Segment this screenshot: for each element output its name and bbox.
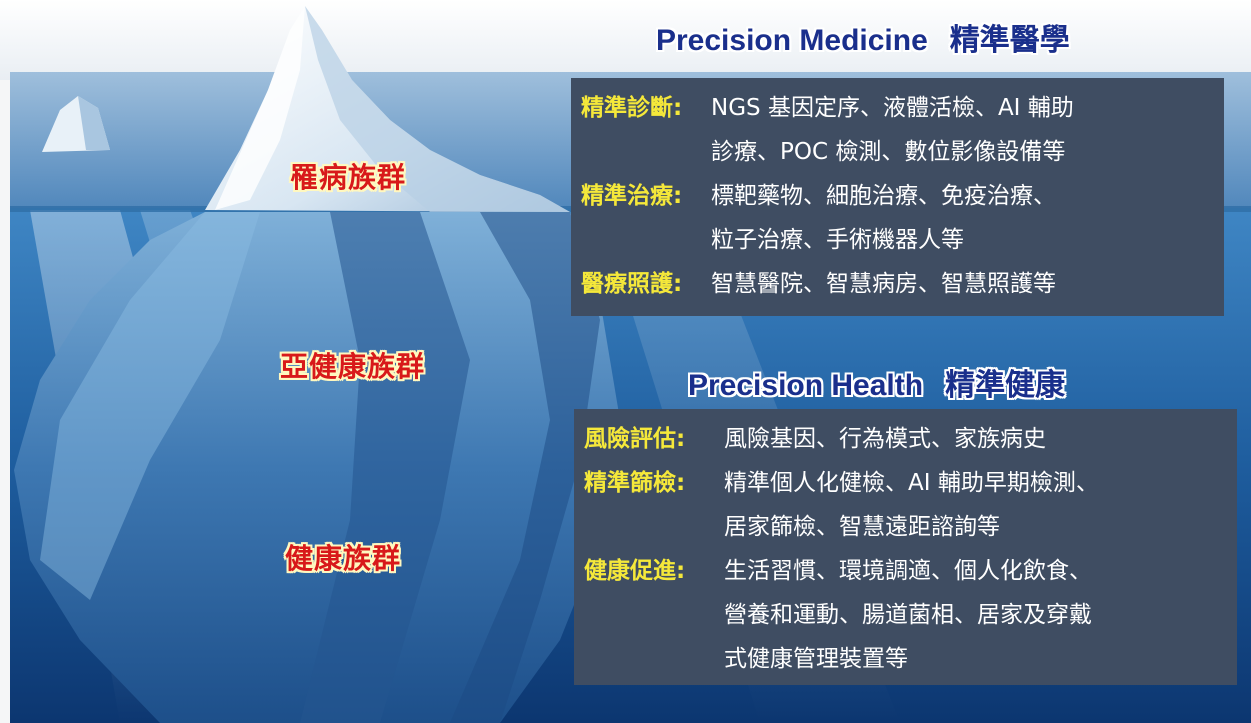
row-line: 生活習慣、環境調適、個人化飲食、 <box>724 558 1092 584</box>
health-row-screening: 精準篩檢: 精準個人化健檢、AI 輔助早期檢測、 居家篩檢、智慧遠距諮詢等 <box>584 461 1227 549</box>
row-line: NGS 基因定序、液體活檢、AI 輔助 <box>711 95 1074 121</box>
health-row-risk: 風險評估: 風險基因、行為模式、家族病史 <box>584 417 1227 461</box>
group-label-healthy: 健康族群 <box>285 542 402 575</box>
row-items: 標靶藥物、細胞治療、免疫治療、 粒子治療、手術機器人等 <box>711 174 1056 262</box>
row-label: 醫療照護: <box>581 271 683 297</box>
row-line: 式健康管理裝置等 <box>724 646 908 672</box>
row-line: 營養和運動、腸道菌相、居家及穿戴 <box>724 602 1092 628</box>
row-line: 居家篩檢、智慧遠距諮詢等 <box>724 514 1000 540</box>
health-row-promotion: 健康促進: 生活習慣、環境調適、個人化飲食、 營養和運動、腸道菌相、居家及穿戴 … <box>584 549 1227 681</box>
row-items: 智慧醫院、智慧病房、智慧照護等 <box>711 262 1056 306</box>
row-label: 健康促進: <box>584 558 686 584</box>
precision-medicine-title-en: Precision Medicine <box>656 24 928 57</box>
precision-medicine-title-zh: 精準醫學 <box>949 23 1070 58</box>
precision-health-title-en: Precision Health <box>688 369 924 402</box>
medicine-row-diagnosis: 精準診斷: NGS 基因定序、液體活檢、AI 輔助 診療、POC 檢測、數位影像… <box>581 86 1214 174</box>
row-line: 智慧醫院、智慧病房、智慧照護等 <box>711 271 1056 297</box>
row-items: 精準個人化健檢、AI 輔助早期檢測、 居家篩檢、智慧遠距諮詢等 <box>724 461 1099 549</box>
row-line: 診療、POC 檢測、數位影像設備等 <box>711 139 1066 165</box>
row-line: 標靶藥物、細胞治療、免疫治療、 <box>711 183 1056 209</box>
medicine-row-care: 醫療照護: 智慧醫院、智慧病房、智慧照護等 <box>581 262 1214 306</box>
group-label-sub-health: 亞健康族群 <box>280 350 426 383</box>
row-label: 精準診斷: <box>581 95 683 121</box>
row-label: 精準篩檢: <box>584 470 686 496</box>
precision-health-box: 風險評估: 風險基因、行為模式、家族病史 精準篩檢: 精準個人化健檢、AI 輔助… <box>574 409 1237 685</box>
row-line: 風險基因、行為模式、家族病史 <box>724 426 1046 452</box>
precision-medicine-title: Precision Medicine 精準醫學 <box>656 15 1070 59</box>
medicine-row-treatment: 精準治療: 標靶藥物、細胞治療、免疫治療、 粒子治療、手術機器人等 <box>581 174 1214 262</box>
precision-health-title-zh: 精準健康 <box>945 368 1066 403</box>
row-label: 精準治療: <box>581 183 683 209</box>
precision-medicine-box: 精準診斷: NGS 基因定序、液體活檢、AI 輔助 診療、POC 檢測、數位影像… <box>571 78 1224 316</box>
precision-health-title: Precision Health 精準健康 <box>688 360 1065 404</box>
row-line: 粒子治療、手術機器人等 <box>711 227 964 253</box>
group-label-rare-disease: 罹病族群 <box>290 161 407 194</box>
row-line: 精準個人化健檢、AI 輔助早期檢測、 <box>724 470 1099 496</box>
row-label: 風險評估: <box>584 426 686 452</box>
row-items: 風險基因、行為模式、家族病史 <box>724 417 1046 461</box>
row-items: 生活習慣、環境調適、個人化飲食、 營養和運動、腸道菌相、居家及穿戴 式健康管理裝… <box>724 549 1092 681</box>
row-items: NGS 基因定序、液體活檢、AI 輔助 診療、POC 檢測、數位影像設備等 <box>711 86 1074 174</box>
